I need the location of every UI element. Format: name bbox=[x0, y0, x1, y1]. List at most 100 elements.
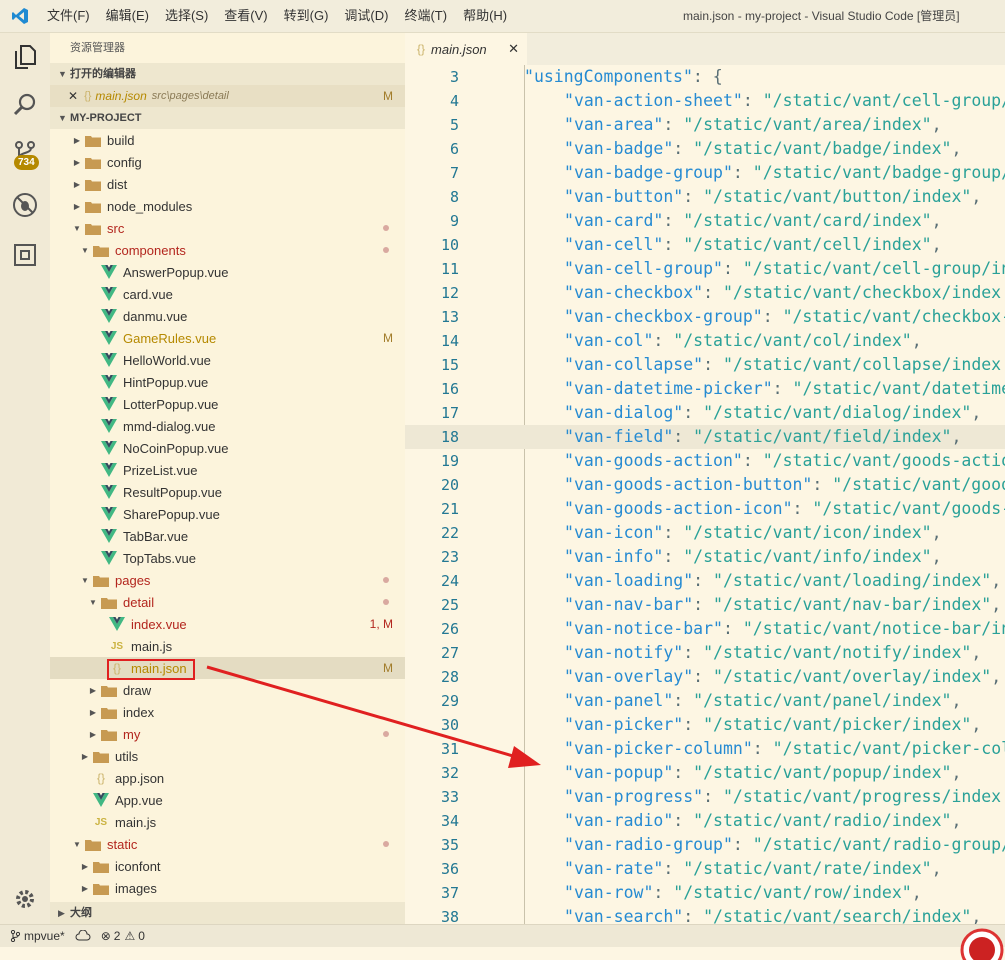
tree-folder[interactable]: ▶iconfont bbox=[50, 855, 405, 877]
vue-file-icon bbox=[100, 485, 118, 499]
code-text: "van-overlay": "/static/vant/overlay/ind… bbox=[564, 665, 1001, 689]
debug-icon[interactable] bbox=[0, 181, 50, 229]
line-number: 18 bbox=[405, 425, 459, 449]
tree-folder[interactable]: ▼src bbox=[50, 217, 405, 239]
menu-item[interactable]: 文件(F) bbox=[39, 0, 98, 32]
tree-file[interactable]: HintPopup.vue bbox=[50, 371, 405, 393]
tree-folder[interactable]: ▼components bbox=[50, 239, 405, 261]
code-line: 28 "van-overlay": "/static/vant/overlay/i… bbox=[405, 665, 1005, 689]
sync-icon[interactable] bbox=[75, 930, 91, 942]
tree-file[interactable]: GameRules.vueM bbox=[50, 327, 405, 349]
json-key: van-loading bbox=[574, 571, 683, 590]
vue-file-icon bbox=[100, 529, 118, 543]
tree-folder[interactable]: ▼detail bbox=[50, 591, 405, 613]
tree-file[interactable]: mmd-dialog.vue bbox=[50, 415, 405, 437]
vue-file-icon bbox=[100, 287, 118, 301]
tree-file[interactable]: AnswerPopup.vue bbox=[50, 261, 405, 283]
menu-item[interactable]: 转到(G) bbox=[276, 0, 337, 32]
code-text: "van-checkbox": "/static/vant/checkbox/i… bbox=[564, 281, 1001, 305]
tree-file[interactable]: danmu.vue bbox=[50, 305, 405, 327]
open-editors-header[interactable]: ▼ 打开的编辑器 bbox=[50, 63, 405, 85]
tree-folder[interactable]: ▼static bbox=[50, 833, 405, 855]
tree-file[interactable]: {}app.json bbox=[50, 767, 405, 789]
close-icon[interactable]: ✕ bbox=[508, 41, 519, 57]
tree-file[interactable]: PrizeList.vue bbox=[50, 459, 405, 481]
tree-folder[interactable]: ▶images bbox=[50, 877, 405, 899]
tree-file[interactable]: JSmain.js bbox=[50, 635, 405, 657]
json-value: /static/vant/dialog/index bbox=[713, 403, 961, 422]
open-editor-item[interactable]: ✕ {} main.json src\pages\detail M bbox=[50, 85, 405, 107]
line-number: 24 bbox=[405, 569, 459, 593]
explorer-title: 资源管理器 bbox=[50, 33, 405, 63]
tree-folder[interactable]: ▶config bbox=[50, 151, 405, 173]
code-line: 37"van-row": "/static/vant/row/index", bbox=[405, 881, 1005, 905]
code-text: "van-col": "/static/vant/col/index", bbox=[564, 329, 922, 353]
json-punctuation: , bbox=[932, 859, 942, 878]
line-number: 19 bbox=[405, 449, 459, 473]
tree-file[interactable]: HelloWorld.vue bbox=[50, 349, 405, 371]
open-editors-label: 打开的编辑器 bbox=[70, 63, 136, 85]
json-key: van-nav-bar bbox=[574, 595, 683, 614]
tree-folder[interactable]: ▶dist bbox=[50, 173, 405, 195]
menu-item[interactable]: 查看(V) bbox=[216, 0, 275, 32]
settings-gear-icon[interactable] bbox=[0, 875, 50, 923]
folder-icon bbox=[92, 243, 110, 257]
line-number: 11 bbox=[405, 257, 459, 281]
tab-main-json[interactable]: {} main.json ✕ bbox=[405, 33, 527, 65]
chevron-right-icon: ▶ bbox=[78, 862, 92, 871]
tree-folder[interactable]: ▶utils bbox=[50, 745, 405, 767]
tree-file[interactable]: NoCoinPopup.vue bbox=[50, 437, 405, 459]
tree-folder[interactable]: ▼pages bbox=[50, 569, 405, 591]
tree-folder[interactable]: ▶build bbox=[50, 129, 405, 151]
tree-file[interactable]: card.vue bbox=[50, 283, 405, 305]
tree-item-label: components bbox=[115, 243, 186, 258]
tree-folder[interactable]: ▶node_modules bbox=[50, 195, 405, 217]
tree-file[interactable]: index.vue1, M bbox=[50, 613, 405, 635]
tree-item-label: dist bbox=[107, 177, 127, 192]
tree-file[interactable]: ResultPopup.vue bbox=[50, 481, 405, 503]
line-number: 28 bbox=[405, 665, 459, 689]
line-number: 29 bbox=[405, 689, 459, 713]
outline-label: 大纲 bbox=[70, 902, 92, 924]
line-number: 13 bbox=[405, 305, 459, 329]
close-icon[interactable]: ✕ bbox=[68, 89, 78, 103]
json-punctuation: , bbox=[991, 667, 1001, 686]
json-key: van-picker-column bbox=[574, 739, 743, 758]
chevron-right-icon: ▶ bbox=[70, 136, 84, 145]
menu-item[interactable]: 选择(S) bbox=[157, 0, 216, 32]
line-number: 10 bbox=[405, 233, 459, 257]
tree-item-label: pages bbox=[115, 573, 150, 588]
tree-file[interactable]: TabBar.vue bbox=[50, 525, 405, 547]
tree-file[interactable]: TopTabs.vue bbox=[50, 547, 405, 569]
tree-file[interactable]: SharePopup.vue bbox=[50, 503, 405, 525]
tree-file[interactable]: {}main.jsonM bbox=[50, 657, 405, 679]
code-text: "van-progress": "/static/vant/progress/i… bbox=[564, 785, 1001, 809]
outline-header[interactable]: ▶ 大纲 bbox=[50, 902, 405, 924]
json-key: van-collapse bbox=[574, 355, 693, 374]
extensions-icon[interactable] bbox=[0, 231, 50, 279]
modified-dot-icon bbox=[383, 577, 389, 583]
tree-folder[interactable]: ▶draw bbox=[50, 679, 405, 701]
tree-folder[interactable]: ▶index bbox=[50, 701, 405, 723]
line-number: 22 bbox=[405, 521, 459, 545]
tree-file[interactable]: LotterPopup.vue bbox=[50, 393, 405, 415]
menu-item[interactable]: 帮助(H) bbox=[455, 0, 515, 32]
branch-indicator[interactable]: mpvue* bbox=[10, 929, 65, 943]
code-line: 8"van-button": "/static/vant/button/inde… bbox=[405, 185, 1005, 209]
project-header[interactable]: ▼ MY-PROJECT bbox=[50, 107, 405, 129]
tree-folder[interactable]: ▶my bbox=[50, 723, 405, 745]
search-icon[interactable] bbox=[0, 81, 50, 129]
chevron-right-icon: ▶ bbox=[86, 730, 100, 739]
explorer-icon[interactable] bbox=[0, 33, 50, 81]
problems-indicator[interactable]: ⊗ 2 ⚠ 0 bbox=[101, 929, 145, 943]
tree-file[interactable]: App.vue bbox=[50, 789, 405, 811]
chevron-right-icon: ▶ bbox=[70, 202, 84, 211]
chevron-right-icon: ▶ bbox=[58, 902, 70, 924]
code-text: "van-area": "/static/vant/area/index", bbox=[564, 113, 942, 137]
menu-item[interactable]: 调试(D) bbox=[336, 0, 396, 32]
menu-item[interactable]: 编辑(E) bbox=[98, 0, 157, 32]
tree-file[interactable]: JSmain.js bbox=[50, 811, 405, 833]
code-line: 11"van-cell-group": "/static/vant/cell-g… bbox=[405, 257, 1005, 281]
code-editor[interactable]: 3"usingComponents": {4"van-action-sheet"… bbox=[405, 65, 1005, 924]
menu-item[interactable]: 终端(T) bbox=[396, 0, 455, 32]
